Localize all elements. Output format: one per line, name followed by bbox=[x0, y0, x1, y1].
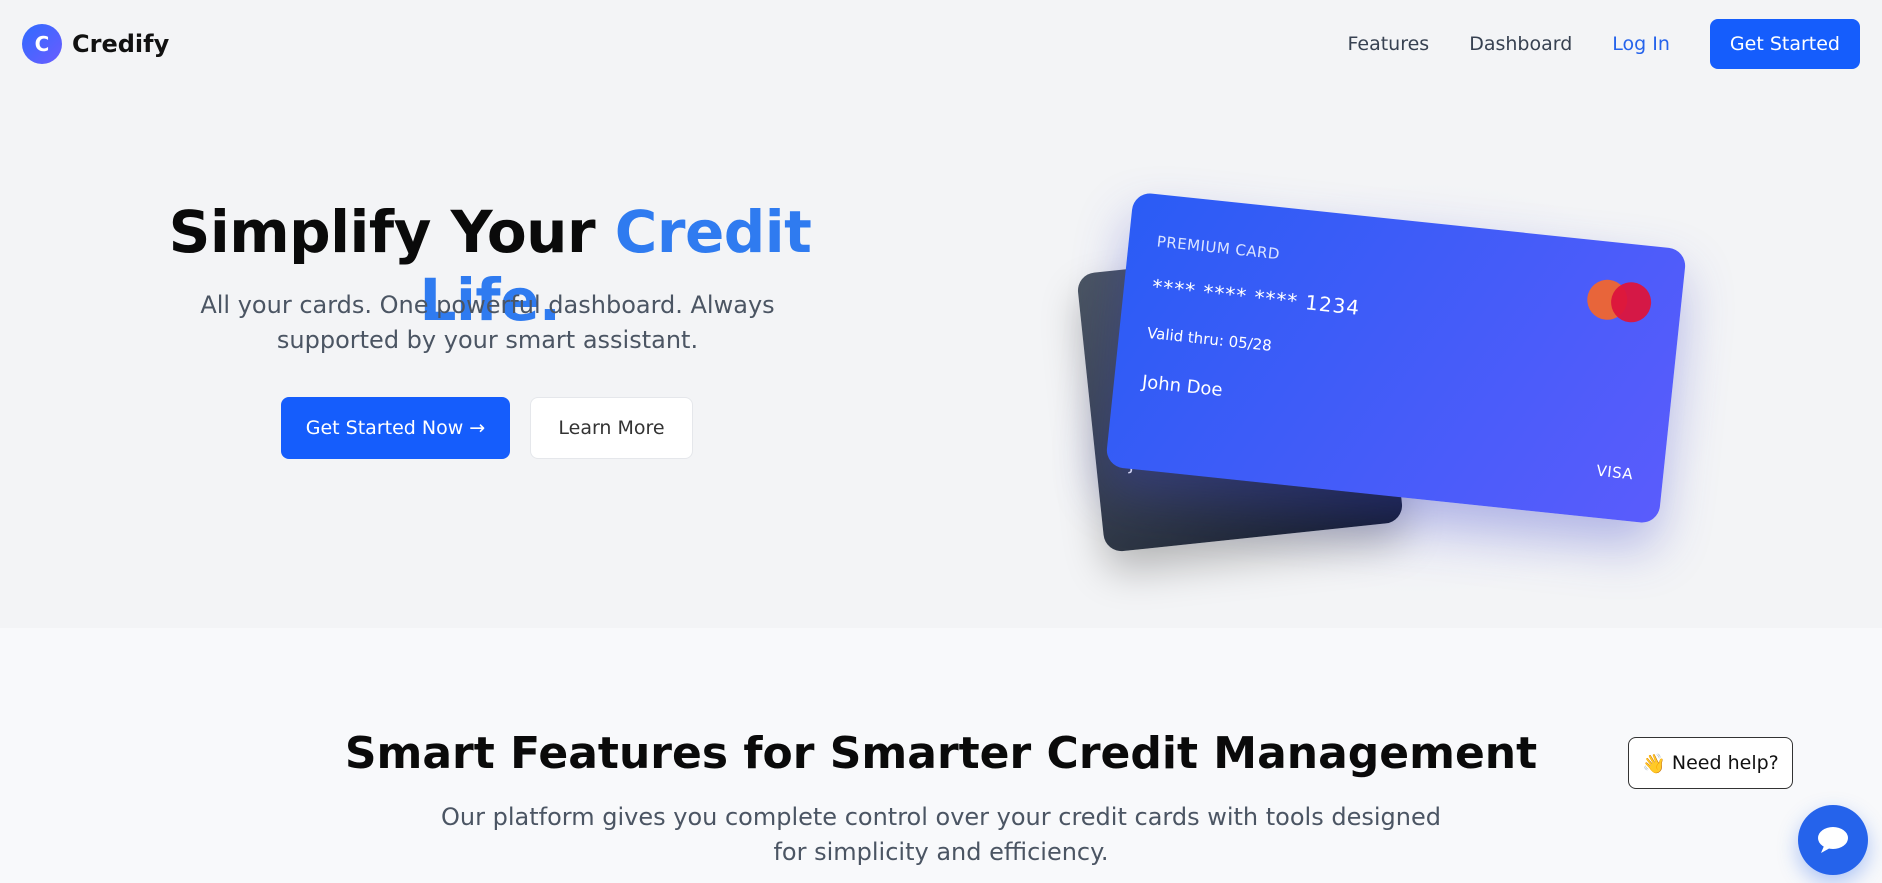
hero-title-main: Simplify Your bbox=[168, 198, 615, 266]
mastercard-logo-icon bbox=[1585, 277, 1654, 325]
chat-button[interactable] bbox=[1798, 805, 1868, 875]
get-started-button[interactable]: Get Started bbox=[1709, 19, 1860, 69]
hero-subtitle: All your cards. One powerful dashboard. … bbox=[200, 291, 775, 354]
card-holder: John Doe bbox=[1140, 371, 1224, 401]
features-subtitle: Our platform gives you complete control … bbox=[441, 803, 1441, 866]
card-brand: VISA bbox=[1595, 461, 1635, 484]
learn-more-button[interactable]: Learn More bbox=[530, 397, 693, 459]
features-section: Smart Features for Smarter Credit Manage… bbox=[0, 628, 1882, 883]
need-help-label: Need help? bbox=[1671, 752, 1779, 774]
hero-section: Simplify Your Credit Life. All your card… bbox=[0, 88, 1882, 628]
features-title: Smart Features for Smarter Credit Manage… bbox=[344, 728, 1538, 779]
card-label: PREMIUM CARD bbox=[1155, 232, 1281, 264]
brand-logo-icon: C bbox=[22, 24, 62, 64]
wave-icon: 👋 bbox=[1642, 752, 1666, 775]
brand[interactable]: C Credify bbox=[22, 24, 169, 64]
nav-links: Features Dashboard Log In Get Started bbox=[1348, 19, 1860, 69]
nav-link-features[interactable]: Features bbox=[1348, 33, 1430, 55]
brand-name: Credify bbox=[72, 30, 170, 58]
nav-link-login[interactable]: Log In bbox=[1612, 33, 1670, 55]
card-valid-thru: Valid thru: 05/28 bbox=[1146, 323, 1273, 355]
chat-icon bbox=[1818, 827, 1848, 853]
card-number: **** **** **** 1234 bbox=[1150, 274, 1362, 320]
get-started-now-button[interactable]: Get Started Now → bbox=[281, 397, 510, 459]
need-help-bubble[interactable]: 👋 Need help? bbox=[1628, 737, 1793, 789]
nav-link-dashboard[interactable]: Dashboard bbox=[1469, 33, 1572, 55]
front-credit-card: PREMIUM CARD **** **** **** 1234 Valid t… bbox=[1105, 191, 1687, 525]
top-navbar: C Credify Features Dashboard Log In Get … bbox=[0, 0, 1882, 88]
